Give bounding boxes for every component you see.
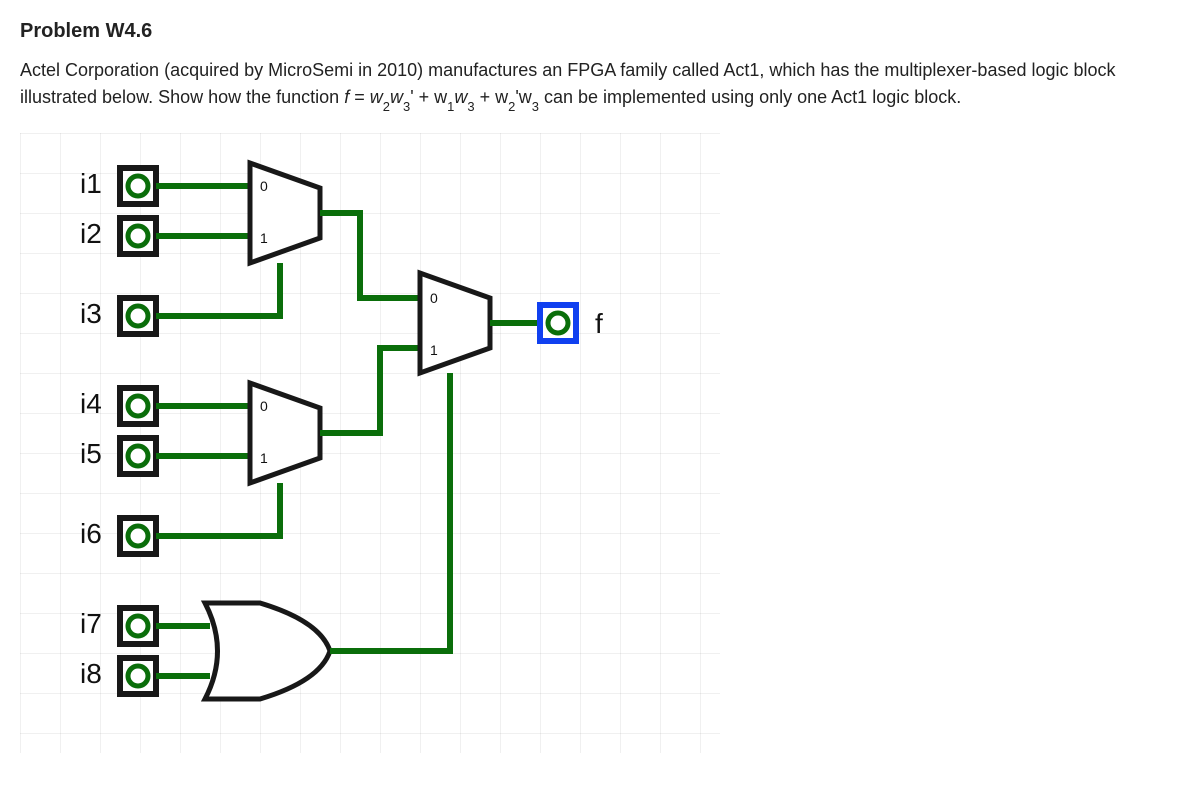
expr-w1: w <box>370 87 383 107</box>
svg-text:i3: i3 <box>80 298 102 329</box>
input-i3[interactable]: i3 <box>80 298 156 334</box>
mux-top: 0 1 <box>250 163 320 263</box>
act1-diagram: i1 i2 i3 i4 i5 i6 i7 i8 <box>20 133 720 753</box>
mux-out: 0 1 <box>420 273 490 373</box>
svg-text:1: 1 <box>260 230 268 246</box>
svg-text:i4: i4 <box>80 388 102 419</box>
svg-text:i8: i8 <box>80 658 102 689</box>
expr-lhs: f <box>344 87 349 107</box>
svg-text:f: f <box>595 308 603 339</box>
input-i6[interactable]: i6 <box>80 518 156 554</box>
svg-text:i7: i7 <box>80 608 102 639</box>
input-i4[interactable]: i4 <box>80 388 156 424</box>
mux-bottom: 0 1 <box>250 383 320 483</box>
problem-title: Problem W4.6 <box>20 20 1180 43</box>
svg-text:i6: i6 <box>80 518 102 549</box>
svg-text:i5: i5 <box>80 438 102 469</box>
svg-text:0: 0 <box>430 290 438 306</box>
svg-text:1: 1 <box>430 342 438 358</box>
svg-text:0: 0 <box>260 398 268 414</box>
input-i1[interactable]: i1 <box>80 168 156 204</box>
svg-text:i2: i2 <box>80 218 102 249</box>
input-i5[interactable]: i5 <box>80 438 156 474</box>
input-i7[interactable]: i7 <box>80 608 156 644</box>
input-i2[interactable]: i2 <box>80 218 156 254</box>
svg-text:i1: i1 <box>80 168 102 199</box>
input-i8[interactable]: i8 <box>80 658 156 694</box>
problem-text: Actel Corporation (acquired by MicroSemi… <box>20 57 1180 113</box>
text-after: can be implemented using only one Act1 l… <box>544 87 961 107</box>
expr-eq: = <box>354 87 370 107</box>
svg-text:1: 1 <box>260 450 268 466</box>
output-f[interactable]: f <box>540 305 603 341</box>
or-gate <box>205 603 330 699</box>
svg-text:0: 0 <box>260 178 268 194</box>
